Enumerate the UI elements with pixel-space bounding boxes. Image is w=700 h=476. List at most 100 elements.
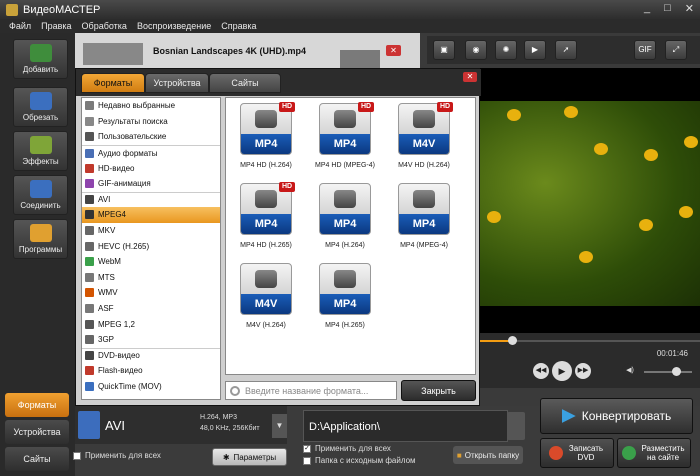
format-grid: MP4 HD MP4 HD (H.264) MP4 HD MP4 HD (MPEG-4) M… [225,97,476,375]
burn-dvd-button[interactable]: Записать DVD [540,438,614,468]
flower-shape [594,143,608,155]
apply-all-path-checkbox[interactable]: ✓ Применить для всех [303,444,391,453]
category-item[interactable]: DVD-видео [82,347,220,364]
format-tile[interactable]: MP4 HD MP4 HD (H.264) [236,102,296,181]
category-item[interactable]: MPEG 1,2 [82,316,220,332]
speed-icon[interactable]: ➚ [555,40,577,60]
programs-button[interactable]: Программы [13,219,68,259]
category-item[interactable]: 3GP [82,332,220,348]
category-item[interactable]: ASF [82,301,220,317]
category-item[interactable]: GIF-анимация [82,176,220,192]
dialog-tab-formats[interactable]: Форматы [81,73,145,93]
category-item[interactable]: Flash-видео [82,363,220,379]
timeline-handle[interactable] [508,336,518,345]
camera-lens [334,110,356,128]
dialog-tab-sites[interactable]: Сайты [209,73,281,93]
video-preview[interactable] [479,68,700,333]
source-folder-label: Папка с исходным файлом [315,456,416,465]
video-thumbnail[interactable] [83,43,143,65]
category-label: AVI [98,195,111,205]
effects-label: Эффекты [22,157,59,166]
camera-lens [413,110,435,128]
format-tile[interactable]: MP4 HD MP4 HD (H.265) [236,182,296,261]
flower-shape [507,109,521,121]
category-item[interactable]: HD-видео [82,160,220,176]
crop-icon[interactable]: ▣ [433,40,455,60]
add-button[interactable]: Добавить [13,39,68,79]
output-path-field[interactable]: D:\Application\ [303,410,508,442]
apply-all-checkbox[interactable]: Применить для всех [73,451,161,460]
category-item[interactable]: AVI [82,191,220,208]
close-icon[interactable]: ✕ [685,2,694,15]
category-item[interactable]: Недавно выбранные [82,98,220,114]
fullscreen-icon[interactable]: ⤢ [665,40,687,60]
camcorder-icon: MP4 [319,263,371,315]
dialog-close-icon[interactable]: ✕ [463,72,477,82]
dialog-tab-devices[interactable]: Устройства [145,73,209,93]
convert-button[interactable]: Конвертировать [540,398,693,434]
format-tile[interactable]: M4V HD M4V HD (H.264) [394,102,454,181]
output-format-details: H.264, MP3 48,0 KHz, 256Кбит [200,412,260,434]
effects-button[interactable]: Эффекты [13,131,68,171]
category-item[interactable]: QuickTime (MOV) [82,379,220,395]
category-item[interactable]: MKV [82,223,220,239]
snapshot-icon[interactable]: ◉ [465,40,487,60]
remove-file-icon[interactable]: ✕ [386,45,401,56]
parameters-button[interactable]: ✱ Параметры [212,448,287,466]
menu-process[interactable]: Обработка [77,19,132,33]
camcorder-icon: MP4 [398,183,450,235]
source-folder-checkbox[interactable]: Папка с исходным файлом [303,456,416,465]
checkbox-box[interactable] [73,451,81,460]
next-frame-icon[interactable]: ▶▶ [575,363,591,379]
output-format-box[interactable]: AVI H.264, MP3 48,0 KHz, 256Кбит ▼ [75,406,287,444]
apply-all-label: Применить для всех [85,451,161,460]
volume-icon[interactable]: ◀) [622,363,638,379]
category-item[interactable]: Пользовательские [82,129,220,145]
category-item[interactable]: MPEG4 [82,207,220,223]
publish-button[interactable]: Разместить на сайте [617,438,691,468]
format-tile[interactable]: MP4 MP4 (H.265) [315,263,375,341]
category-item[interactable]: WebM [82,254,220,270]
tab-sites[interactable]: Сайты [5,447,69,471]
category-icon [85,335,94,345]
format-tile[interactable]: MP4 MP4 (H.264) [315,183,375,261]
camera-lens [255,110,277,128]
category-label: 3GP [98,335,115,345]
category-item[interactable]: Аудио форматы [82,144,220,161]
tab-devices[interactable]: Устройства [5,420,69,444]
category-label: GIF-анимация [98,179,151,189]
category-item[interactable]: Результаты поиска [82,114,220,130]
brightness-icon[interactable]: ✺ [495,40,517,60]
minimize-icon[interactable]: _ [644,2,650,15]
cut-button[interactable]: Обрезать [13,87,68,127]
tab-formats[interactable]: Форматы [5,393,69,417]
menu-edit[interactable]: Правка [36,19,76,33]
volume-slider[interactable] [644,371,692,373]
settings-icon: ✱ [222,452,230,462]
checkbox-box[interactable] [303,456,311,465]
category-item[interactable]: HEVC (H.265) [82,238,220,254]
checkbox-box[interactable]: ✓ [303,444,311,453]
close-button[interactable]: Закрыть [401,380,476,401]
format-search-input[interactable]: Введите название формата... [225,381,397,400]
video-effects-icon[interactable]: ▶ [524,40,546,60]
open-folder-button[interactable]: ■ Открыть папку [453,446,523,464]
join-button[interactable]: Соединить [13,175,68,215]
prev-frame-icon[interactable]: ◀◀ [533,363,549,379]
folder-icon[interactable] [507,412,525,440]
menu-help[interactable]: Справка [216,19,261,33]
volume-handle[interactable] [672,367,681,376]
gif-icon[interactable]: GIF [634,40,656,60]
maximize-icon[interactable]: □ [664,2,671,15]
menu-playback[interactable]: Воспроизведение [132,19,216,33]
convert-label: Конвертировать [581,409,672,423]
format-dropdown-icon[interactable]: ▼ [272,414,287,438]
format-tile[interactable]: M4V M4V (H.264) [236,263,296,341]
format-tile[interactable]: MP4 MP4 (MPEG-4) [394,183,454,261]
play-icon[interactable]: ▶ [552,361,572,381]
category-item[interactable]: WMV [82,285,220,301]
category-item[interactable]: MTS [82,270,220,286]
category-icon [85,241,94,251]
format-tile[interactable]: MP4 HD MP4 HD (MPEG-4) [315,102,375,181]
menu-file[interactable]: Файл [4,19,36,33]
